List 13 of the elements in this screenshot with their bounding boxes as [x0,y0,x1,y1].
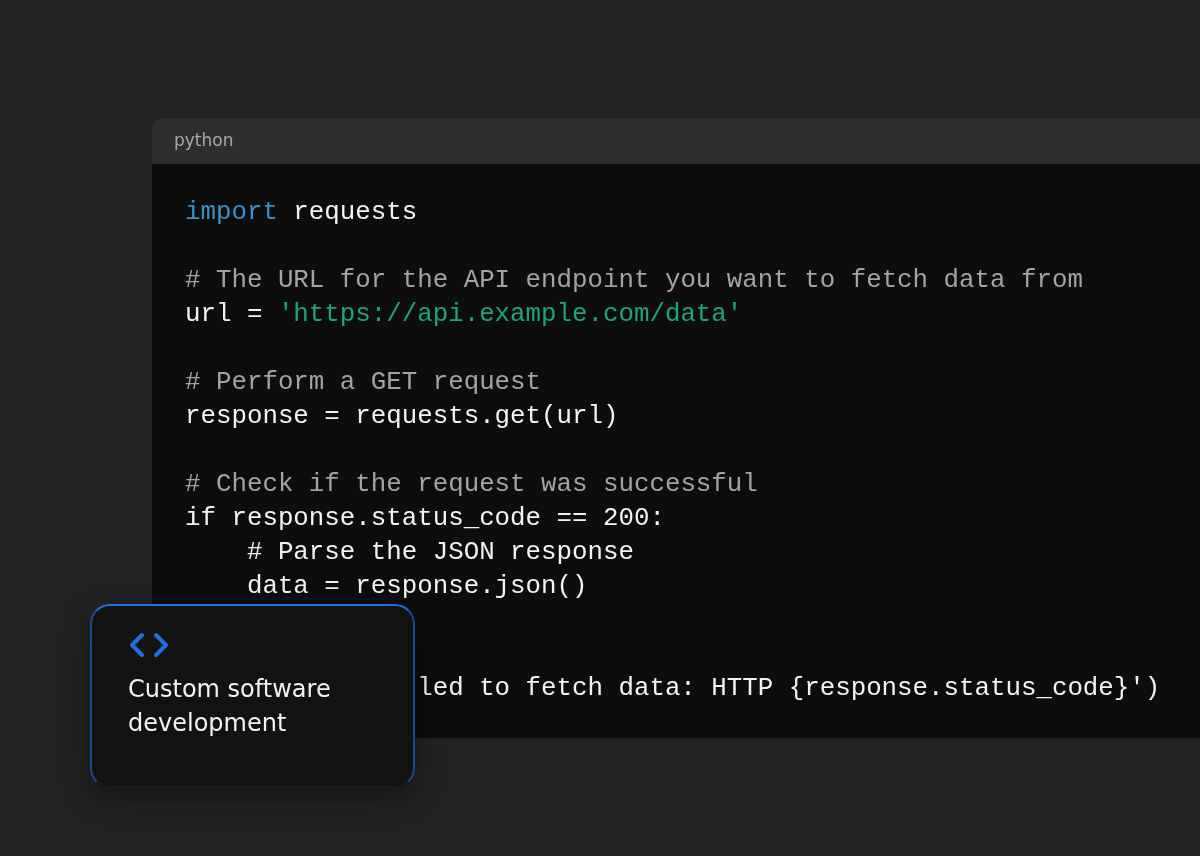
code-line: led to fetch data: HTTP {response.status_code}') [417,673,1161,705]
code-line: if response.status_code == 200: [185,503,665,535]
language-label: python [174,129,234,153]
code-line: url = 'https://api.example.com/data' [185,299,743,331]
code-line: # Parse the JSON response [245,537,634,569]
code-line: import requests [185,197,418,229]
code-icon [128,632,170,658]
code-line: # Check if the request was successful [185,469,758,501]
feature-title: Custom software development [128,674,332,739]
code-line: response = requests.get(url) [185,401,619,433]
code-line: # Perform a GET request [185,367,542,399]
code-line: data = response.json() [245,571,588,603]
code-line: # The URL for the API endpoint you want to fetch data from [185,265,1083,297]
